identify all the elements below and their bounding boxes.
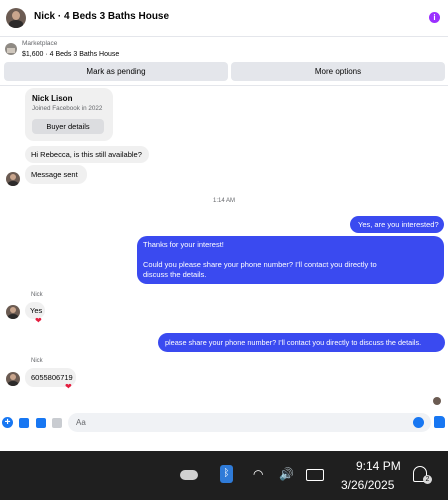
- clock-date[interactable]: 3/26/2025: [341, 478, 394, 492]
- message-input[interactable]: Aa: [68, 413, 431, 432]
- sender-name: Nick: [31, 358, 43, 364]
- sticker-icon[interactable]: [36, 418, 46, 428]
- listing-title[interactable]: $1,600 · 4 Beds 3 Baths House: [22, 51, 119, 58]
- profile-joined: Joined Facebook in 2022: [32, 105, 103, 112]
- chat-title[interactable]: Nick · 4 Beds 3 Baths House: [34, 11, 169, 22]
- outgoing-message: Thanks for your interest! Could you plea…: [137, 236, 444, 284]
- buyer-details-button[interactable]: Buyer details: [32, 119, 104, 134]
- message-line: Could you please share your phone number…: [143, 260, 377, 279]
- outgoing-message: please share your phone number? I'll con…: [158, 333, 445, 352]
- chat-header: Nick · 4 Beds 3 Baths House i: [0, 0, 448, 37]
- message-input-placeholder: Aa: [76, 418, 86, 427]
- plus-icon[interactable]: +: [2, 417, 13, 428]
- wifi-icon[interactable]: ◠: [253, 467, 269, 481]
- incoming-message: Message sent: [25, 165, 87, 184]
- divider: [0, 85, 448, 86]
- onedrive-icon[interactable]: [180, 470, 198, 480]
- more-options-button[interactable]: More options: [231, 62, 445, 81]
- sender-name: Nick: [31, 292, 43, 298]
- sender-avatar: [6, 305, 20, 319]
- info-icon[interactable]: i: [429, 12, 440, 23]
- photo-icon[interactable]: [19, 418, 29, 428]
- message-line: Thanks for your interest!: [143, 240, 224, 249]
- taskbar: ᛒ ◠ 🔊 9:14 PM 3/26/2025 2: [0, 451, 448, 500]
- heart-reaction-icon[interactable]: ❤: [65, 382, 72, 391]
- listing-label: Marketplace: [22, 40, 58, 47]
- outgoing-message: Yes, are you interested?: [350, 216, 444, 233]
- listing-thumbnail[interactable]: [5, 43, 17, 55]
- profile-name: Nick Lison: [32, 94, 73, 103]
- heart-reaction-icon[interactable]: ❤: [35, 316, 42, 325]
- sender-avatar: [6, 172, 20, 186]
- thumbs-up-icon[interactable]: [434, 416, 445, 428]
- profile-card: Nick Lison Joined Facebook in 2022 Buyer…: [25, 88, 113, 141]
- volume-icon[interactable]: 🔊: [279, 467, 295, 481]
- message-timestamp: 1:14 AM: [212, 198, 235, 204]
- gif-icon[interactable]: [52, 418, 62, 428]
- battery-icon[interactable]: [306, 469, 324, 481]
- bluetooth-icon[interactable]: ᛒ: [220, 465, 233, 483]
- emoji-icon[interactable]: [413, 417, 424, 428]
- seen-avatar: [433, 397, 441, 405]
- contact-avatar[interactable]: [6, 8, 26, 28]
- incoming-message: Hi Rebecca, is this still available?: [25, 146, 149, 163]
- notification-count: 2: [423, 475, 432, 484]
- clock-time[interactable]: 9:14 PM: [356, 459, 401, 473]
- sender-avatar: [6, 372, 20, 386]
- mark-as-pending-button[interactable]: Mark as pending: [4, 62, 228, 81]
